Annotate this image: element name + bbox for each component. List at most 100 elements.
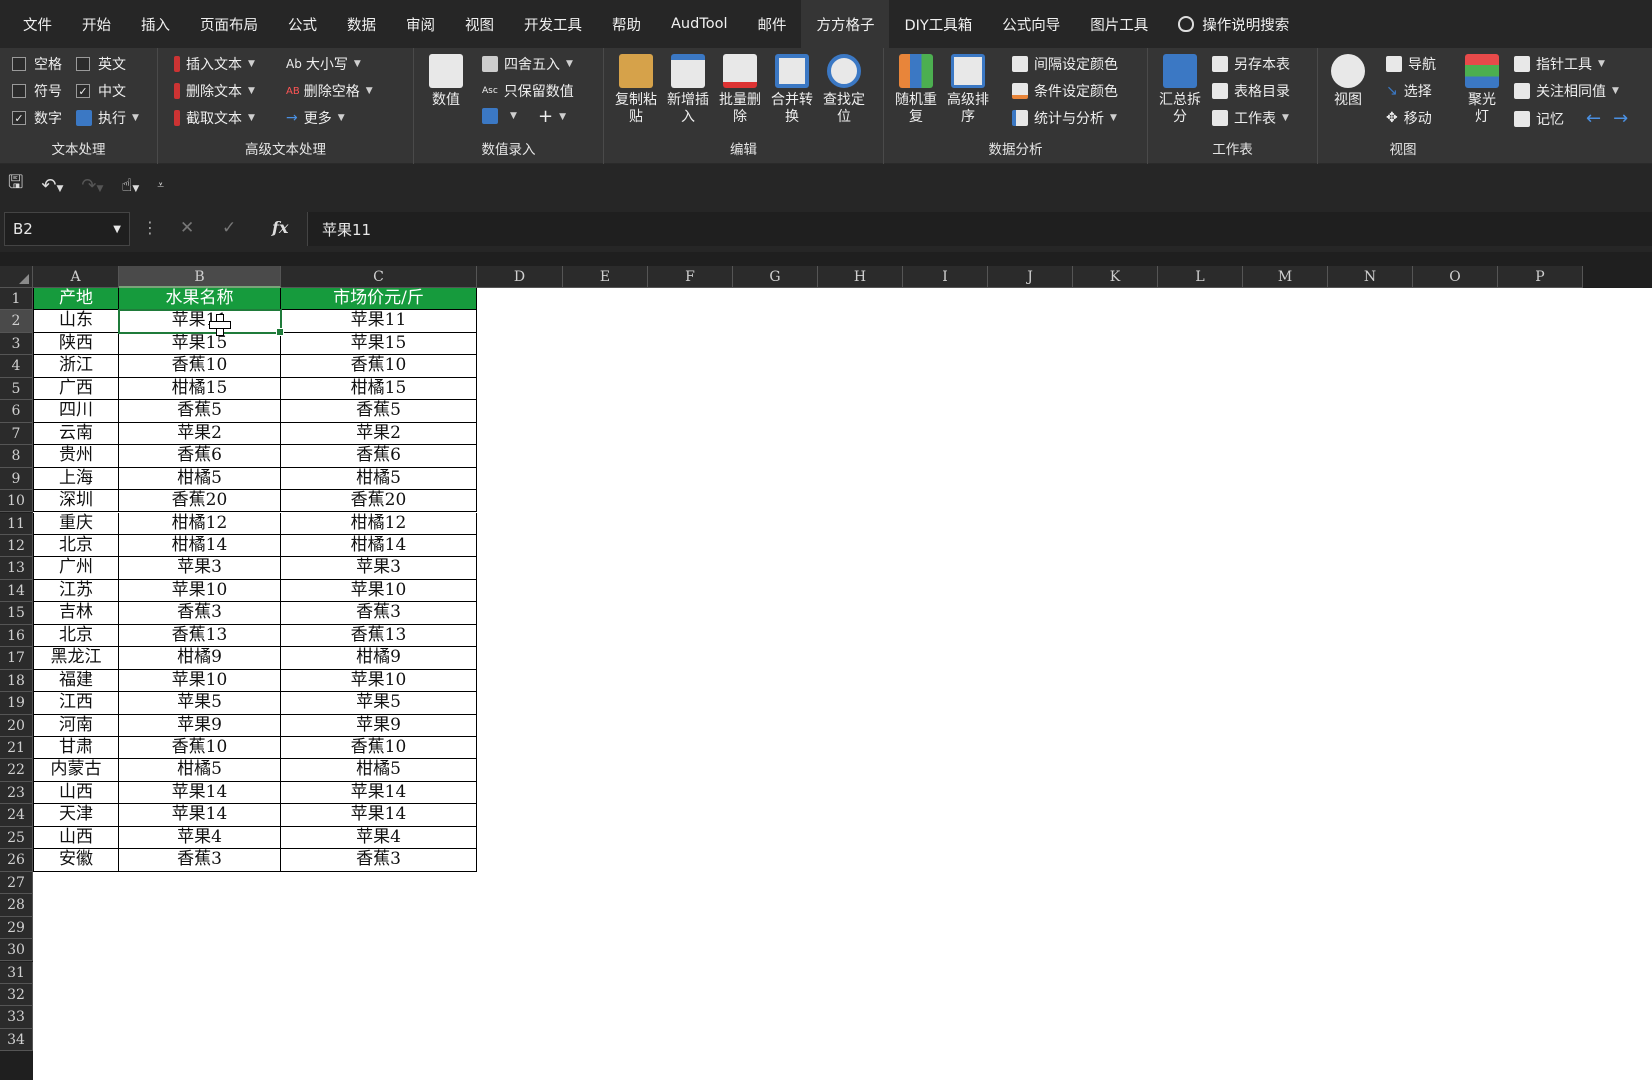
interval-color-button[interactable]: 间隔设定颜色 [1012, 54, 1118, 74]
table-cell[interactable]: 香蕉3 [281, 602, 477, 625]
table-cell[interactable]: 浙江 [33, 355, 119, 378]
edit-entry-button[interactable]: ▼ [482, 108, 517, 124]
row-header[interactable]: 5 [0, 377, 33, 401]
column-header-o[interactable]: O [1413, 266, 1498, 288]
tab-fangfang[interactable]: 方方格子 [801, 0, 890, 48]
table-cell[interactable]: 云南 [33, 422, 119, 446]
table-cell[interactable]: 柑橘15 [119, 377, 281, 401]
new-insert-button[interactable]: 新增插入 [662, 54, 714, 126]
column-header-n[interactable]: N [1328, 266, 1413, 288]
row-header[interactable]: 6 [0, 400, 33, 423]
table-cell[interactable]: 苹果3 [281, 557, 477, 580]
table-cell[interactable]: 山东 [33, 310, 119, 333]
stats-analysis-button[interactable]: 统计与分析 ▼ [1012, 108, 1117, 128]
check-symbol[interactable]: 符号 [12, 81, 62, 101]
cancel-icon[interactable]: ✕ [180, 218, 194, 238]
row-header[interactable]: 22 [0, 759, 33, 782]
tab-insert[interactable]: 插入 [126, 0, 185, 48]
column-header-b[interactable]: B [119, 266, 281, 288]
table-cell[interactable]: 柑橘9 [281, 647, 477, 670]
table-cell[interactable]: 吉林 [33, 602, 119, 625]
row-header[interactable]: 2 [0, 310, 33, 333]
spotlight-button[interactable]: 聚光灯 [1456, 54, 1508, 126]
tab-data[interactable]: 数据 [332, 0, 391, 48]
add-entry-button[interactable]: + ▼ [538, 106, 566, 127]
watch-same-button[interactable]: 关注相同值 ▼ [1514, 81, 1619, 101]
table-cell[interactable]: 苹果2 [119, 422, 281, 446]
table-cell[interactable]: 苹果14 [119, 804, 281, 827]
customize-qat-icon[interactable]: ⩡ [157, 178, 164, 193]
table-cell[interactable]: 柑橘5 [281, 759, 477, 782]
table-cell[interactable]: 苹果15 [119, 332, 281, 356]
table-cell[interactable]: 苹果3 [119, 557, 281, 580]
tell-me-search[interactable]: 操作说明搜索 [1163, 0, 1304, 48]
row-header[interactable]: 12 [0, 534, 33, 558]
table-cell[interactable]: 柑橘14 [119, 534, 281, 558]
row-header[interactable]: 7 [0, 422, 33, 446]
table-cell[interactable]: 柑橘5 [119, 467, 281, 491]
row-header[interactable]: 28 [0, 894, 33, 917]
select-all-corner[interactable] [0, 266, 33, 288]
row-header[interactable]: 16 [0, 624, 33, 648]
save-sheet-button[interactable]: 另存本表 [1212, 54, 1290, 74]
tab-formulas[interactable]: 公式 [273, 0, 332, 48]
table-cell[interactable]: 苹果4 [281, 826, 477, 850]
confirm-icon[interactable]: ✓ [222, 218, 236, 238]
merge-convert-button[interactable]: 合并转换 [766, 54, 818, 126]
table-cell[interactable]: 苹果4 [119, 826, 281, 850]
column-header-e[interactable]: E [563, 266, 648, 288]
formula-input[interactable]: 苹果11 [307, 212, 1652, 246]
case-button[interactable]: Ab 大小写 ▼ [286, 54, 361, 74]
table-cell[interactable]: 深圳 [33, 490, 119, 513]
keep-values-button[interactable]: Asc 只保留数值 [482, 81, 574, 101]
table-cell[interactable]: 苹果15 [281, 332, 477, 356]
forward-arrow-icon[interactable]: → [1613, 108, 1628, 129]
table-cell[interactable]: 北京 [33, 624, 119, 648]
value-button[interactable]: 数值 [420, 54, 472, 109]
row-header[interactable]: 21 [0, 737, 33, 760]
table-cell[interactable]: 苹果10 [281, 579, 477, 603]
table-cell[interactable]: 柑橘14 [281, 534, 477, 558]
table-cell[interactable]: 广州 [33, 557, 119, 580]
row-header[interactable]: 3 [0, 332, 33, 356]
table-cell[interactable]: 香蕉5 [281, 400, 477, 423]
tab-picture-tools[interactable]: 图片工具 [1075, 0, 1163, 48]
insert-function-icon[interactable]: fx [272, 218, 288, 237]
table-cell[interactable]: 香蕉6 [119, 445, 281, 468]
check-english[interactable]: 英文 [76, 54, 126, 74]
table-cell[interactable]: 香蕉10 [119, 737, 281, 760]
execute-button[interactable]: 执行 ▼ [76, 108, 139, 128]
row-header[interactable]: 11 [0, 512, 33, 535]
check-space[interactable]: 空格 [12, 54, 62, 74]
worksheet-button[interactable]: 工作表 ▼ [1212, 108, 1289, 128]
table-cell[interactable]: 香蕉10 [119, 355, 281, 378]
row-header[interactable]: 23 [0, 781, 33, 805]
table-cell[interactable]: 苹果14 [281, 804, 477, 827]
table-cell[interactable]: 江苏 [33, 579, 119, 603]
row-header[interactable]: 9 [0, 467, 33, 491]
table-cell[interactable]: 香蕉13 [119, 624, 281, 648]
row-header[interactable]: 10 [0, 490, 33, 513]
header-cell[interactable]: 产地 [33, 288, 119, 311]
select-button[interactable]: ↘ 选择 [1386, 81, 1432, 101]
table-cell[interactable]: 柑橘12 [119, 512, 281, 535]
table-cell[interactable]: 福建 [33, 669, 119, 693]
advanced-sort-button[interactable]: 高级排序 [942, 54, 994, 126]
table-cell[interactable]: 陕西 [33, 332, 119, 356]
column-header-p[interactable]: P [1498, 266, 1583, 288]
row-header[interactable]: 32 [0, 983, 33, 1007]
batch-delete-button[interactable]: 批量删除 [714, 54, 766, 126]
row-header[interactable]: 4 [0, 355, 33, 378]
row-header[interactable]: 31 [0, 961, 33, 984]
tab-file[interactable]: 文件 [8, 0, 67, 48]
table-cell[interactable]: 香蕉3 [281, 849, 477, 872]
table-cell[interactable]: 香蕉10 [281, 737, 477, 760]
random-repeat-button[interactable]: 随机重复 [890, 54, 942, 126]
table-cell[interactable]: 柑橘5 [281, 467, 477, 491]
table-cell[interactable]: 苹果10 [119, 579, 281, 603]
move-button[interactable]: ✥ 移动 [1386, 108, 1432, 128]
delete-text-button[interactable]: 删除文本 ▼ [174, 81, 255, 101]
table-cell[interactable]: 苹果9 [281, 714, 477, 737]
row-header[interactable]: 34 [0, 1028, 33, 1052]
column-header-i[interactable]: I [903, 266, 988, 288]
